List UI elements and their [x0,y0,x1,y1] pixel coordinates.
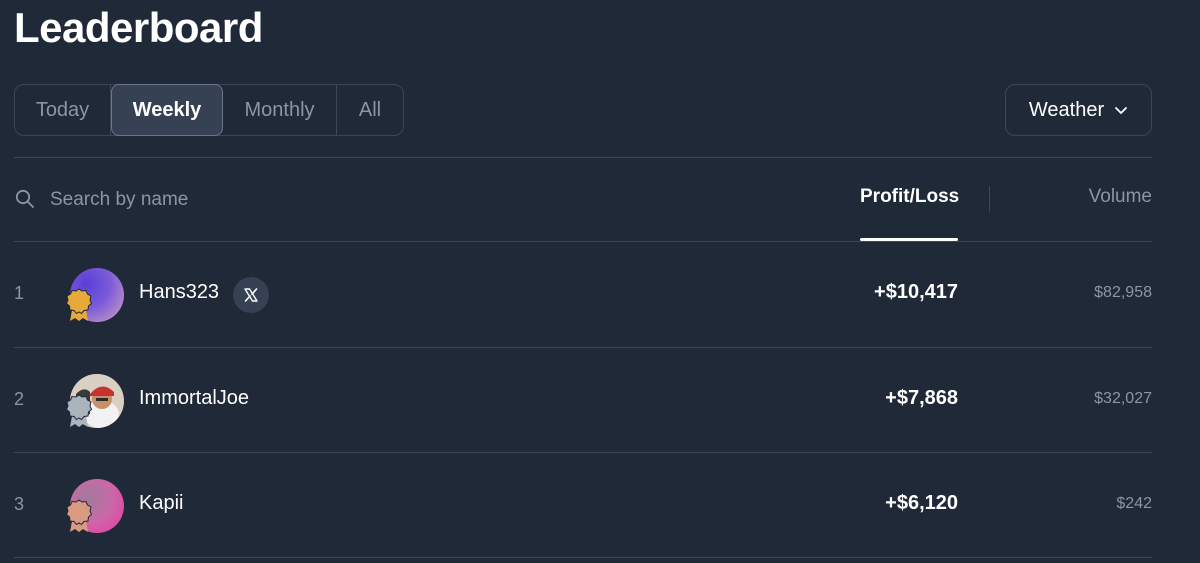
x-profile-link[interactable] [233,277,269,313]
rank-number: 2 [14,389,25,409]
avatar [66,479,124,533]
search-icon [15,189,34,208]
bronze-medal-icon [66,499,92,532]
tab-weekly[interactable]: Weekly [111,84,223,136]
category-dropdown-label: Weather [1028,98,1105,121]
x-logo-icon [244,288,258,302]
avatar [66,374,124,428]
user-name[interactable]: ImmortalJoe [139,387,249,410]
rank-number: 3 [14,494,25,514]
profit-loss-value: +$7,868 [885,387,958,409]
category-dropdown[interactable]: Weather [1005,84,1152,136]
table-row[interactable]: 1 Hans323 +$10,417 $82,958 [0,242,1200,347]
user-name[interactable]: Kapii [139,492,183,515]
volume-value: $242 [1116,495,1152,512]
silver-medal-icon [66,394,92,427]
leaderboard-page: Leaderboard Today Weekly Monthly All Wea… [0,0,1200,563]
gold-medal-icon [66,288,92,321]
header-divider [14,157,1152,158]
period-tabs: Today Weekly Monthly All [14,84,404,136]
chevron-down-icon [1115,107,1128,114]
column-volume[interactable]: Volume [1040,186,1152,208]
table-row[interactable]: 2 ImmortalJoe +$7,868 $32,027 [0,348,1200,453]
volume-value: $32,027 [1094,390,1152,407]
column-profit-loss[interactable]: Profit/Loss [860,186,959,208]
tab-today[interactable]: Today [15,85,111,135]
search-input[interactable] [50,186,450,214]
column-separator [989,186,990,212]
profit-loss-value: +$6,120 [885,492,958,514]
row-divider [14,557,1152,558]
user-name[interactable]: Hans323 [139,281,219,304]
profit-loss-value: +$10,417 [874,281,958,303]
tab-monthly[interactable]: Monthly [223,85,337,135]
avatar [66,268,124,322]
table-row[interactable]: 3 Kapii +$6,120 $242 [0,453,1200,558]
page-title: Leaderboard [14,4,263,51]
tab-all[interactable]: All [337,85,403,135]
volume-value: $82,958 [1094,284,1152,301]
rank-number: 1 [14,283,25,303]
